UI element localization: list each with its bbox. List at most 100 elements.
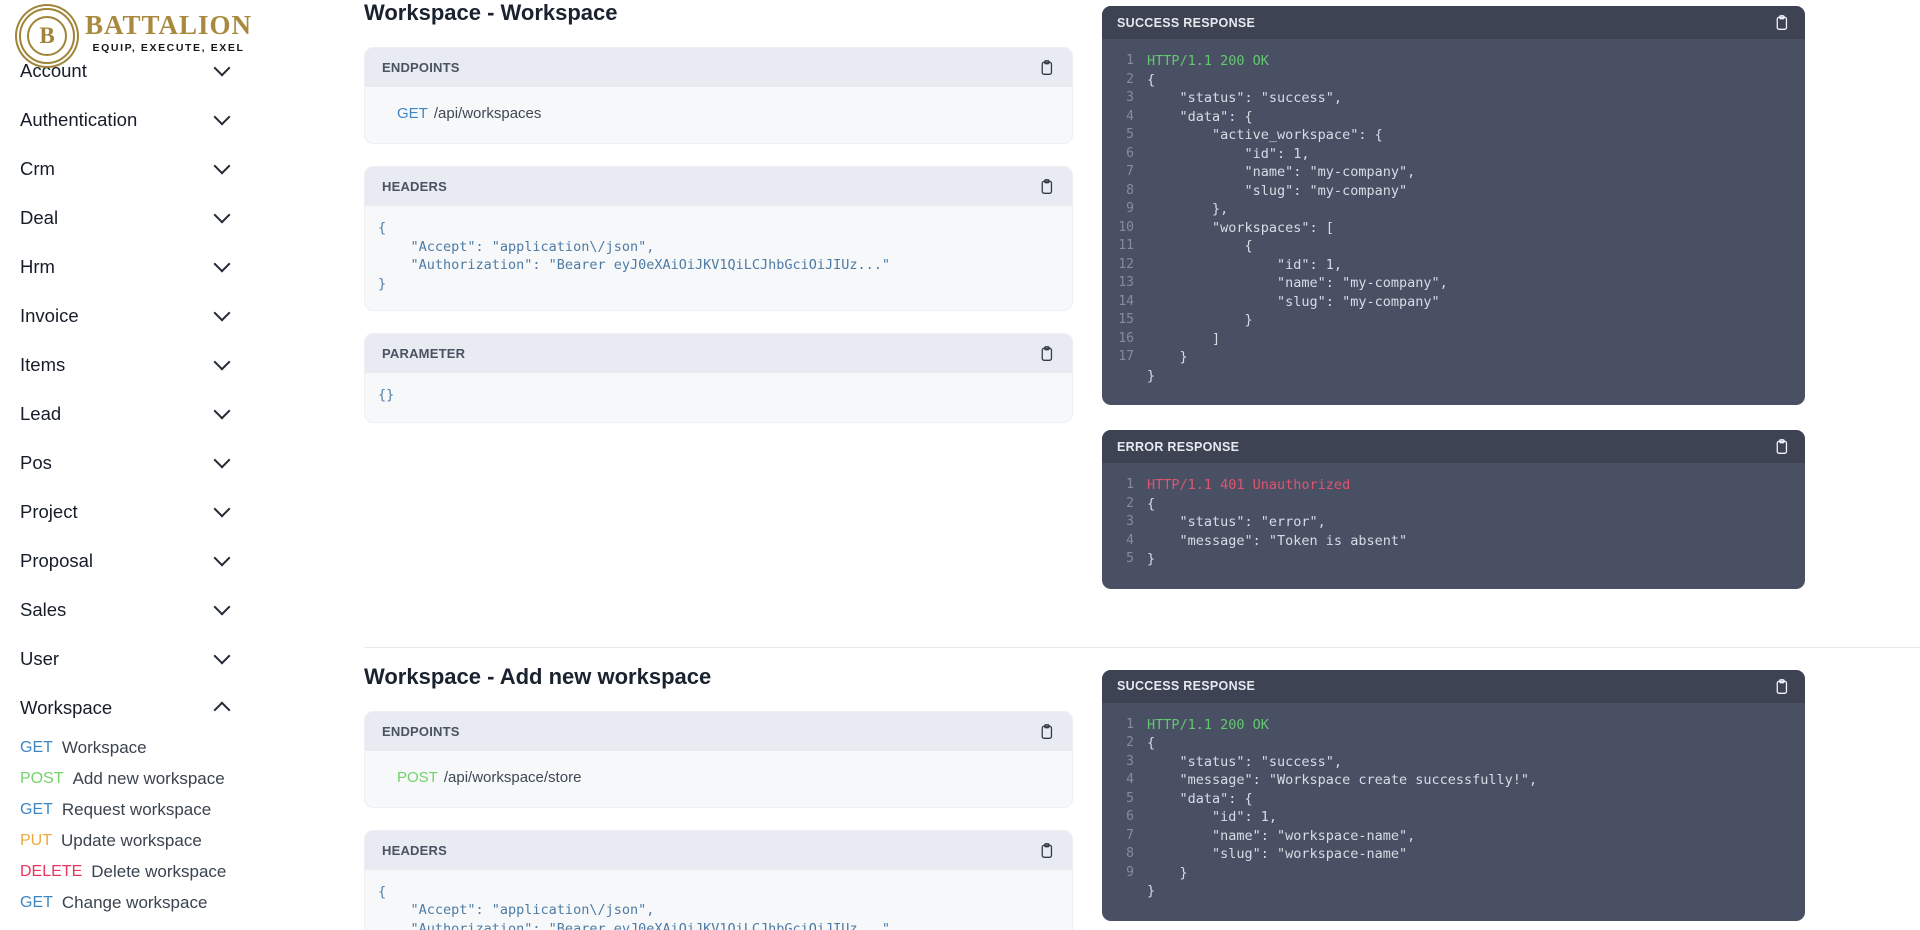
brand-monogram: B [27,16,67,56]
line-number: 5 [1110,550,1134,569]
sidebar-item-project[interactable]: Project [0,487,300,536]
panel-endpoints: ENDPOINTS GET/api/workspaces [364,47,1073,144]
code-line: 13 "name": "my-company", [1110,274,1790,293]
code-text: } [1147,882,1155,901]
panel-title: ENDPOINTS [382,60,460,75]
code-line: } [1110,882,1790,901]
sidebar-subitem-request-workspace[interactable]: GETRequest workspace [0,794,300,825]
sidebar-subitem-update-workspace[interactable]: PUTUpdate workspace [0,825,300,856]
section-title: Workspace - Workspace [364,0,1073,26]
sidebar-item-authentication[interactable]: Authentication [0,95,300,144]
sidebar-item-items[interactable]: Items [0,340,300,389]
panel-title: SUCCESS RESPONSE [1117,16,1255,30]
http-method-label: GET [397,105,428,122]
code-text: } [1147,348,1188,367]
line-number [1110,367,1134,386]
line-number: 13 [1110,274,1134,293]
code-line: } [1110,367,1790,386]
sidebar-item-label: Authentication [20,109,137,131]
doc-section-workspace-workspace: Workspace - Workspace ENDPOINTS GET/api/wo… [364,0,1920,614]
line-number: 11 [1110,237,1134,256]
copy-button[interactable] [1773,14,1790,31]
sidebar-item-sales[interactable]: Sales [0,585,300,634]
code-text: }, [1147,200,1228,219]
line-number: 1 [1110,476,1134,495]
code-line: 16 ] [1110,330,1790,349]
clipboard-icon [1773,438,1790,455]
line-number: 2 [1110,495,1134,514]
sidebar-item-label: Crm [20,158,55,180]
sidebar-subitem-change-workspace[interactable]: GETChange workspace [0,887,300,918]
clipboard-icon [1038,178,1055,195]
line-number: 4 [1110,532,1134,551]
sidebar-item-label: Project [20,501,78,523]
line-number: 7 [1110,827,1134,846]
panel-header: ENDPOINTS [365,712,1072,751]
sidebar-item-hrm[interactable]: Hrm [0,242,300,291]
code-line: 8 "slug": "workspace-name" [1110,845,1790,864]
line-number: 2 [1110,71,1134,90]
sidebar-item-label: Sales [20,599,66,621]
code-line: 7 "name": "my-company", [1110,163,1790,182]
code-text: "status": "success", [1147,753,1342,772]
sidebar-item-lead[interactable]: Lead [0,389,300,438]
code-line: 3 "status": "error", [1110,513,1790,532]
copy-button[interactable] [1038,345,1055,362]
panel-header: HEADERS [365,167,1072,206]
panel-headers: HEADERS{ "Accept": "application\/json", … [364,166,1073,311]
chevron-down-icon [214,452,231,469]
code-text: "data": { [1147,790,1253,809]
brand-name: BATTALION [85,12,252,39]
sidebar-item-invoice[interactable]: Invoice [0,291,300,340]
panel-header: ENDPOINTS [365,48,1072,87]
sidebar-subitem-label: Change workspace [62,893,208,913]
panel-headers: HEADERS{ "Accept": "application\/json", … [364,830,1073,930]
code-text: { [1147,71,1155,90]
code-text: "message": "Token is absent" [1147,532,1407,551]
endpoint-path: /api/workspaces [434,105,542,122]
chevron-up-icon [214,702,231,719]
code-line: 9 } [1110,864,1790,883]
code-text: "status": "success", [1147,89,1342,108]
sidebar-subitem-workspace[interactable]: GETWorkspace [0,732,300,763]
line-number: 14 [1110,293,1134,312]
doc-section-workspace-add-new-workspace: Workspace - Add new workspaceENDPOINTSPO… [364,647,1920,930]
sidebar-nav: AccountAuthenticationCrmDealHrmInvoiceIt… [0,46,300,918]
code-line: 4 "data": { [1110,108,1790,127]
sidebar-item-proposal[interactable]: Proposal [0,536,300,585]
sidebar-subitem-add-new-workspace[interactable]: POSTAdd new workspace [0,763,300,794]
code-text: "message": "Workspace create successfull… [1147,771,1537,790]
line-number: 3 [1110,513,1134,532]
sidebar-item-pos[interactable]: Pos [0,438,300,487]
copy-button[interactable] [1038,842,1055,859]
line-number: 5 [1110,126,1134,145]
copy-button[interactable] [1773,678,1790,695]
sidebar-item-label: Proposal [20,550,93,572]
sidebar-item-label: Hrm [20,256,55,278]
code-line: 4 "message": "Workspace create successfu… [1110,771,1790,790]
copy-button[interactable] [1038,723,1055,740]
endpoint-path: /api/workspace/store [444,769,582,786]
sidebar-item-crm[interactable]: Crm [0,144,300,193]
section-right-column: SUCCESS RESPONSE1HTTP/1.1 200 OK2{3 "sta… [1102,664,1805,930]
copy-button[interactable] [1038,178,1055,195]
sidebar-item-workspace[interactable]: Workspace [0,683,300,732]
line-number: 6 [1110,808,1134,827]
endpoint-row: POST/api/workspace/store [365,751,1072,807]
code-text: "status": "error", [1147,513,1326,532]
http-method-label: GET [20,739,53,757]
sidebar-item-user[interactable]: User [0,634,300,683]
http-method-label: GET [20,801,53,819]
copy-button[interactable] [1038,59,1055,76]
panel-success-response: SUCCESS RESPONSE1HTTP/1.1 200 OK2{3 "sta… [1102,670,1805,921]
code-block: 1HTTP/1.1 200 OK2{3 "status": "success",… [1102,703,1805,921]
brand-badge-icon: B [19,8,75,64]
code-block: {} [365,373,1072,422]
sidebar-item-deal[interactable]: Deal [0,193,300,242]
code-block: 1HTTP/1.1 401 Unauthorized2{3 "status": … [1102,463,1805,589]
code-text: "name": "my-company", [1147,163,1415,182]
sidebar-subitem-delete-workspace[interactable]: DELETEDelete workspace [0,856,300,887]
code-line: 1HTTP/1.1 200 OK [1110,52,1790,71]
sidebar-subitem-label: Add new workspace [73,769,225,789]
copy-button[interactable] [1773,438,1790,455]
